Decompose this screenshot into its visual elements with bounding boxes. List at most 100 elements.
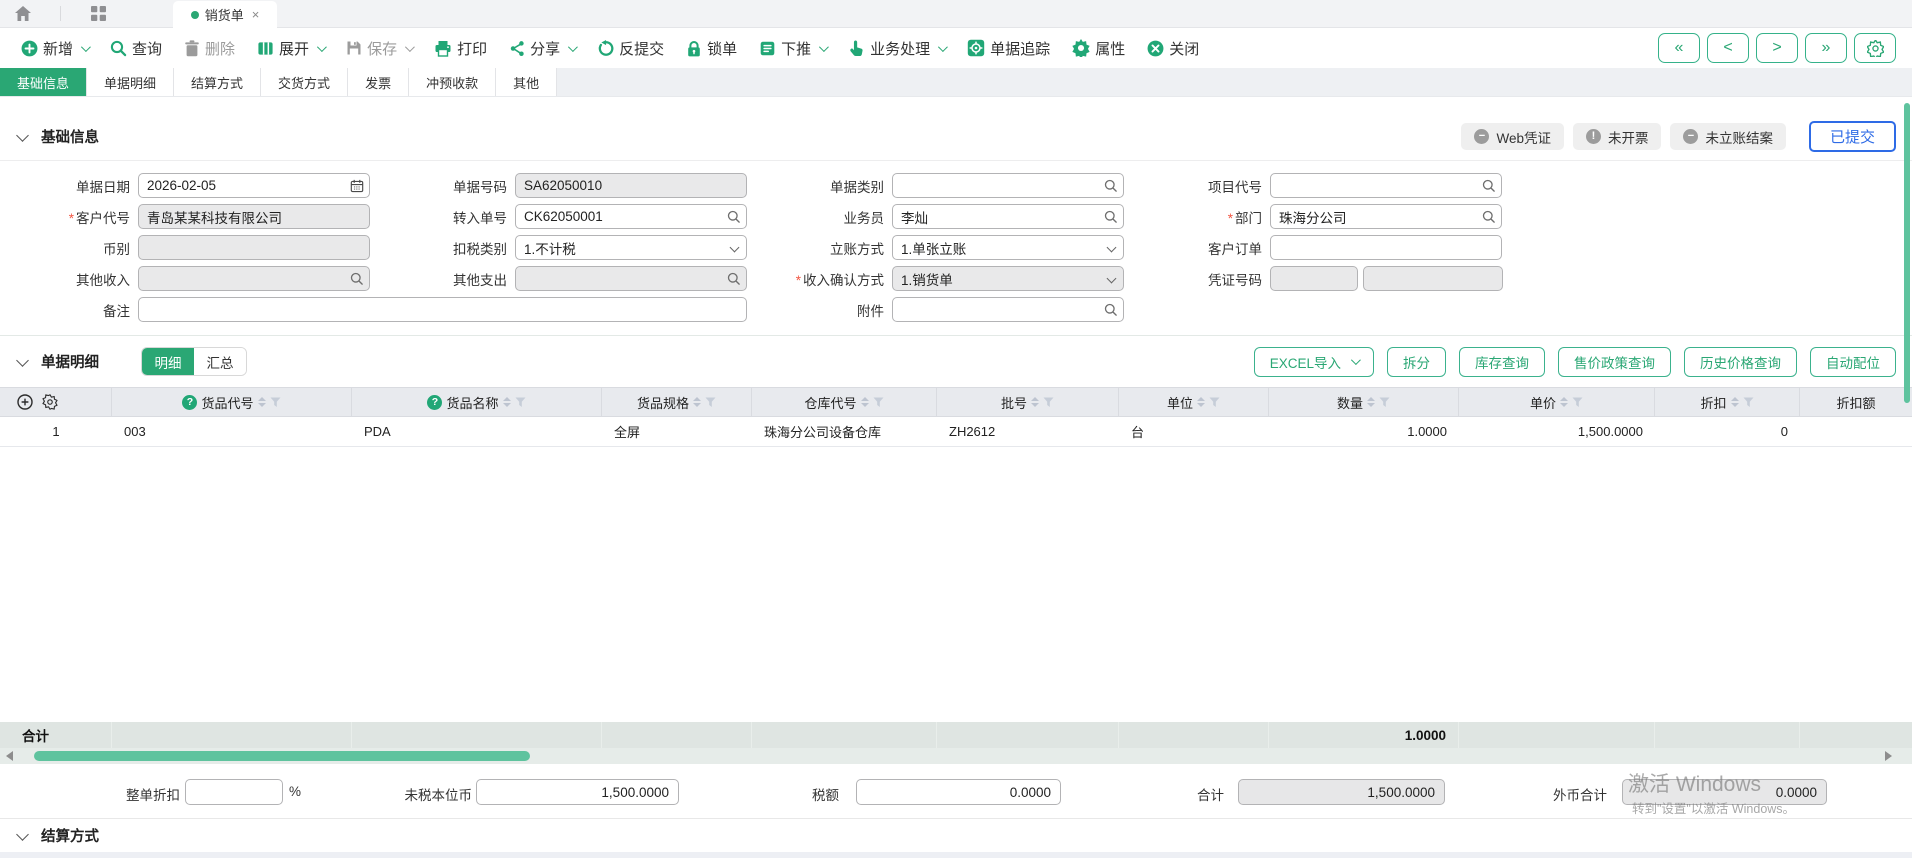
filter-icon[interactable]	[1743, 397, 1754, 408]
lookup-search-icon[interactable]	[727, 210, 741, 224]
filter-icon[interactable]	[1379, 397, 1390, 408]
split-button[interactable]: 拆分	[1387, 347, 1446, 377]
lookup-search-icon[interactable]	[1104, 179, 1118, 193]
history-price-query-button[interactable]: 历史价格查询	[1684, 347, 1797, 377]
filter-icon[interactable]	[1572, 397, 1583, 408]
sort-icon[interactable]	[1731, 397, 1739, 407]
question-icon[interactable]: ?	[427, 395, 442, 410]
lookup-search-icon[interactable]	[1482, 210, 1496, 224]
print-button[interactable]: 打印	[434, 38, 487, 59]
sort-icon[interactable]	[258, 397, 266, 407]
customer-order-input[interactable]	[1270, 235, 1502, 260]
tab-advance-offset[interactable]: 冲预收款	[409, 68, 496, 96]
lookup-search-icon[interactable]	[1104, 210, 1118, 224]
share-button[interactable]: 分享	[509, 38, 575, 59]
filter-icon[interactable]	[873, 397, 884, 408]
next-record-button[interactable]: >	[1756, 33, 1798, 63]
column-settings-icon[interactable]	[42, 394, 58, 410]
vertical-scrollbar-thumb[interactable]	[1904, 103, 1910, 403]
sort-icon[interactable]	[503, 397, 511, 407]
home-icon[interactable]	[0, 0, 46, 27]
prev-record-button[interactable]: <	[1707, 33, 1749, 63]
tab-other[interactable]: 其他	[496, 68, 557, 96]
tab-close-icon[interactable]: ×	[252, 7, 260, 22]
horizontal-scrollbar[interactable]	[0, 748, 1912, 764]
lookup-search-icon[interactable]	[350, 272, 364, 286]
add-button[interactable]: 新增	[21, 38, 88, 59]
lookup-search-icon[interactable]	[1104, 303, 1118, 317]
transfer-no-input[interactable]	[515, 204, 747, 229]
close-button[interactable]: 关闭	[1147, 38, 1199, 59]
sort-icon[interactable]	[1367, 397, 1375, 407]
account-method-input[interactable]	[892, 235, 1124, 260]
toggle-summary-view[interactable]: 汇总	[194, 348, 246, 375]
doc-tracking-button[interactable]: 单据追踪	[967, 38, 1050, 59]
tab-delivery[interactable]: 交货方式	[261, 68, 348, 96]
last-record-button[interactable]: »	[1805, 33, 1847, 63]
sort-icon[interactable]	[1031, 397, 1039, 407]
excel-import-button[interactable]: EXCEL导入	[1254, 347, 1374, 377]
column-header-item-name[interactable]: ? 货品名称	[352, 388, 602, 416]
attachment-input[interactable]	[892, 297, 1124, 322]
collapse-chevron-icon[interactable]	[16, 354, 29, 367]
lookup-search-icon[interactable]	[1482, 179, 1496, 193]
unsubmit-button[interactable]: 反提交	[597, 38, 664, 59]
discount-amount-cell[interactable]	[1800, 417, 1912, 446]
column-header-discount-amount[interactable]: 折扣额	[1800, 388, 1912, 416]
horizontal-scrollbar-thumb[interactable]	[34, 751, 530, 761]
column-header-spec[interactable]: 货品规格	[602, 388, 752, 416]
business-process-button[interactable]: 业务处理	[848, 38, 945, 59]
tab-basic-info[interactable]: 基础信息	[0, 68, 87, 96]
first-record-button[interactable]: «	[1658, 33, 1700, 63]
tax-category-input[interactable]	[515, 235, 747, 260]
doc-type-input[interactable]	[892, 173, 1124, 198]
tab-settlement[interactable]: 结算方式	[174, 68, 261, 96]
question-icon[interactable]: ?	[182, 395, 197, 410]
column-header-qty[interactable]: 数量	[1269, 388, 1459, 416]
item-code-cell[interactable]: 003	[112, 417, 352, 446]
discount-cell[interactable]: 0	[1655, 417, 1800, 446]
unit-cell[interactable]: 台	[1119, 417, 1269, 446]
delete-button[interactable]: 删除	[184, 38, 235, 59]
apps-grid-icon[interactable]	[75, 0, 121, 27]
lookup-search-icon[interactable]	[727, 272, 741, 286]
filter-icon[interactable]	[1043, 397, 1054, 408]
save-button[interactable]: 保存	[346, 38, 412, 59]
column-header-unit[interactable]: 单位	[1119, 388, 1269, 416]
add-row-icon[interactable]	[17, 394, 33, 410]
warehouse-cell[interactable]: 珠海分公司设备仓库	[752, 417, 937, 446]
collapse-chevron-icon[interactable]	[16, 828, 29, 841]
window-tab-sales-order[interactable]: 销货单 ×	[173, 1, 277, 28]
salesperson-input[interactable]	[892, 204, 1124, 229]
properties-button[interactable]: 属性	[1072, 38, 1125, 59]
column-header-price[interactable]: 单价	[1459, 388, 1655, 416]
tab-invoice[interactable]: 发票	[348, 68, 409, 96]
scroll-right-arrow-icon[interactable]	[1885, 751, 1892, 761]
remark-input[interactable]	[138, 297, 747, 322]
scroll-left-arrow-icon[interactable]	[6, 751, 13, 761]
spec-cell[interactable]: 全屏	[602, 417, 752, 446]
auto-allocate-button[interactable]: 自动配位	[1810, 347, 1896, 377]
project-code-input[interactable]	[1270, 173, 1502, 198]
calendar-icon[interactable]	[350, 179, 364, 193]
filter-icon[interactable]	[705, 397, 716, 408]
item-name-cell[interactable]: PDA	[352, 417, 602, 446]
sort-icon[interactable]	[1197, 397, 1205, 407]
lock-order-button[interactable]: 锁单	[686, 38, 737, 59]
untaxed-input[interactable]	[476, 779, 679, 805]
table-row[interactable]: 1 003 PDA 全屏 珠海分公司设备仓库 ZH2612 台 1.0000 1…	[0, 417, 1912, 447]
toolbar-settings-button[interactable]	[1854, 33, 1896, 63]
filter-icon[interactable]	[270, 397, 281, 408]
tax-input[interactable]	[856, 779, 1061, 805]
sort-icon[interactable]	[1560, 397, 1568, 407]
push-down-button[interactable]: 下推	[759, 38, 826, 59]
stock-query-button[interactable]: 库存查询	[1459, 347, 1545, 377]
column-header-item-code[interactable]: ? 货品代号	[112, 388, 352, 416]
column-header-batch[interactable]: 批号	[937, 388, 1119, 416]
column-header-warehouse[interactable]: 仓库代号	[752, 388, 937, 416]
batch-cell[interactable]: ZH2612	[937, 417, 1119, 446]
collapse-chevron-icon[interactable]	[16, 129, 29, 142]
price-policy-query-button[interactable]: 售价政策查询	[1558, 347, 1671, 377]
sort-icon[interactable]	[693, 397, 701, 407]
filter-icon[interactable]	[1209, 397, 1220, 408]
